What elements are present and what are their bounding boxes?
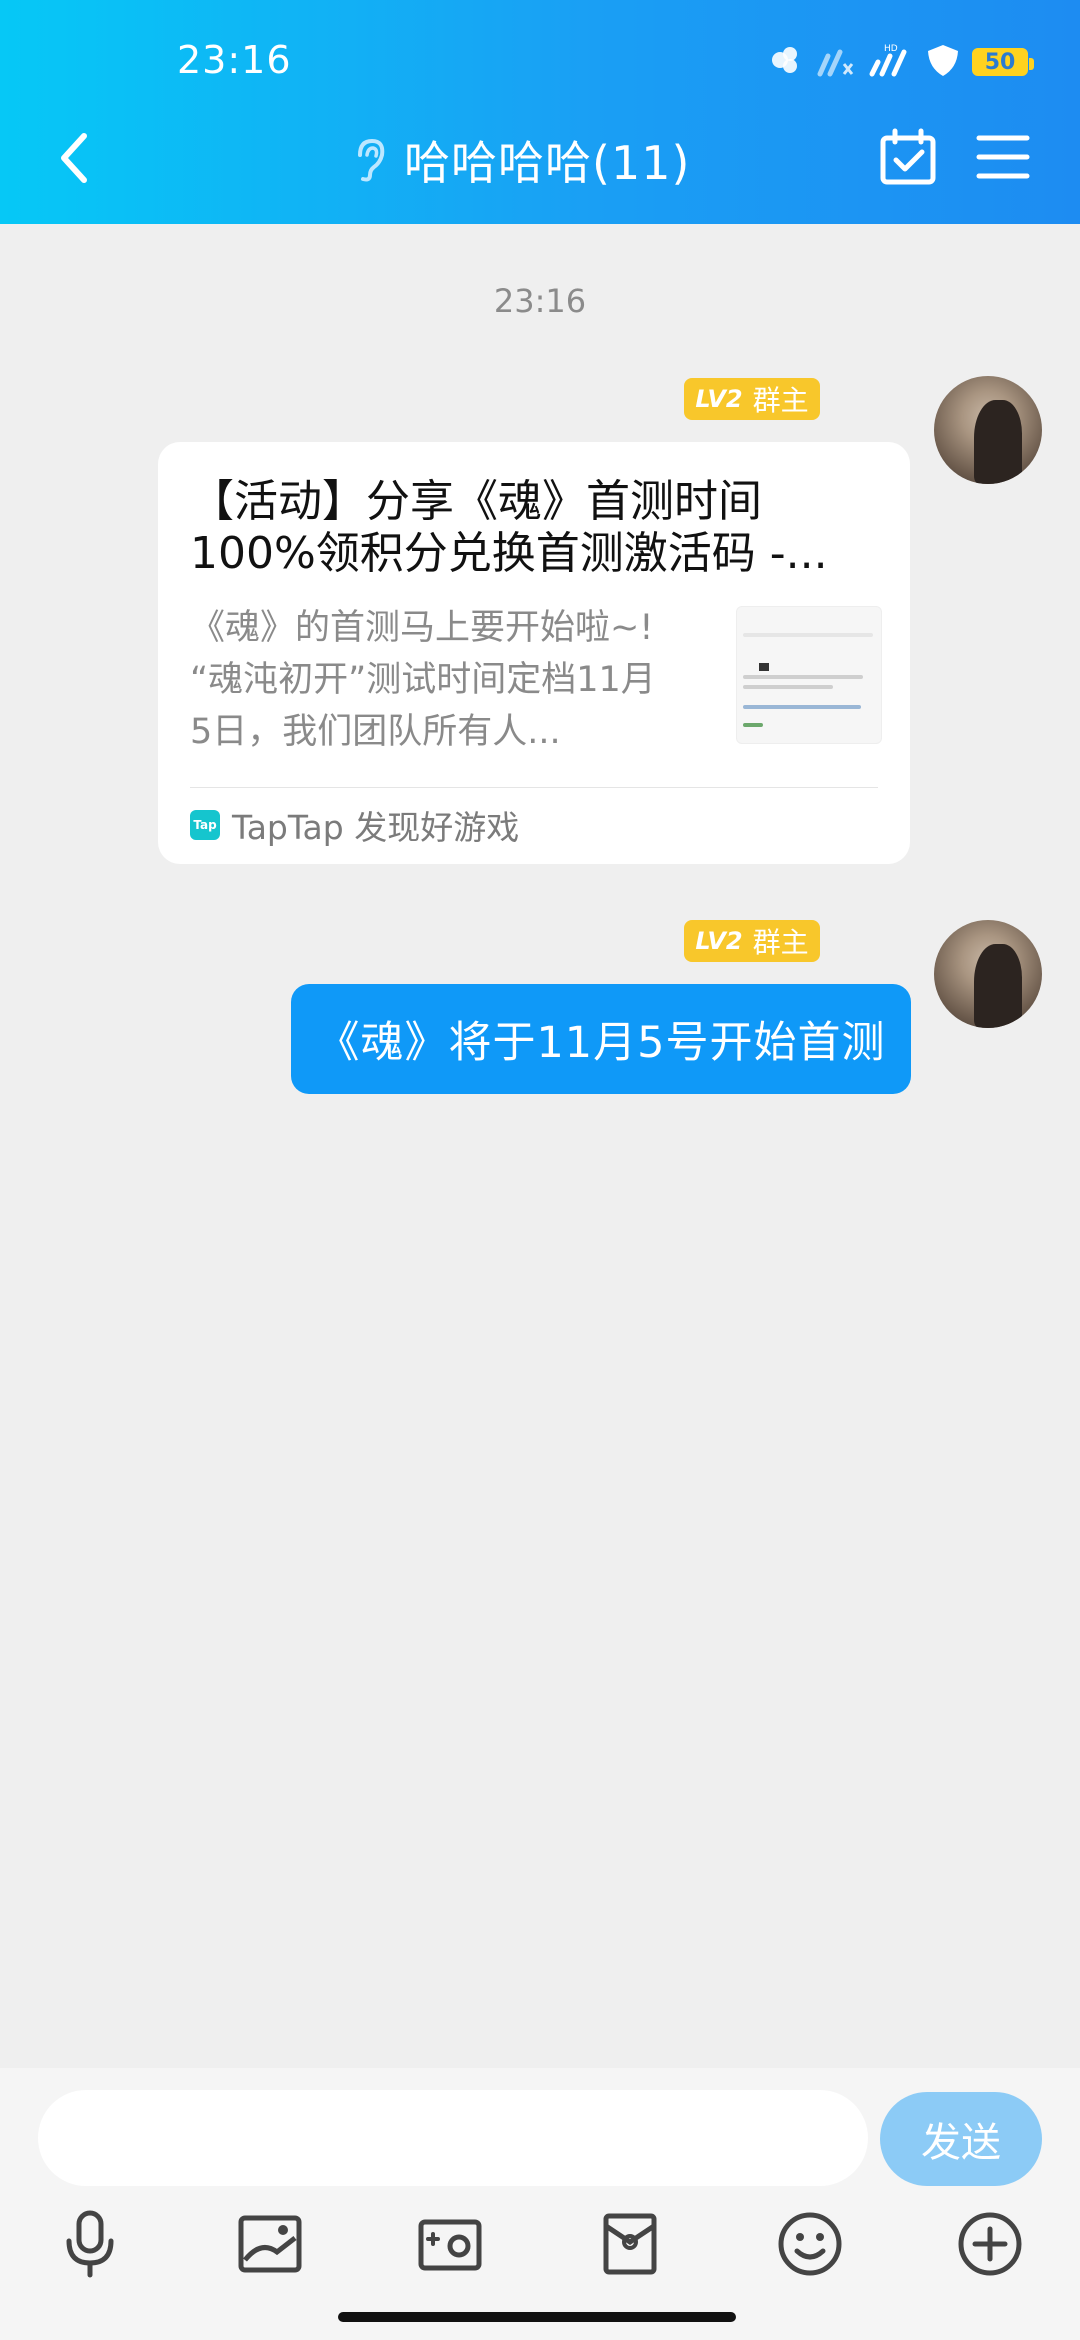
badge-role: 群主 — [752, 926, 809, 959]
link-card-divider — [190, 787, 878, 788]
plus-icon — [958, 2212, 1022, 2276]
more-button[interactable] — [950, 2204, 1030, 2284]
link-card-message[interactable]: 【活动】分享《魂》首测时间 100%领积分兑换首测激活码 -... 《魂》的首测… — [158, 442, 910, 864]
link-card-desc-line: “魂沌初开”测试时间定档11月 — [190, 660, 656, 700]
text-message-bubble[interactable]: 《魂》将于11月5号开始首测 — [291, 984, 911, 1094]
red-packet-button[interactable] — [590, 2204, 670, 2284]
avatar[interactable] — [934, 920, 1042, 1028]
member-badge: LV2 群主 — [684, 920, 820, 962]
voice-button[interactable] — [50, 2204, 130, 2284]
ear-icon — [358, 138, 385, 182]
member-badge: LV2 群主 — [684, 378, 820, 420]
status-time: 23:16 — [177, 38, 292, 82]
badge-level: LV2 — [695, 927, 743, 955]
shield-icon — [924, 42, 962, 82]
battery-icon: 50 — [972, 48, 1034, 76]
link-card-desc-line: 5日，我们团队所有人... — [190, 712, 561, 752]
menu-icon — [976, 135, 1030, 179]
camera-button[interactable] — [410, 2204, 490, 2284]
badge-role: 群主 — [752, 384, 809, 417]
link-card-description: 《魂》的首测马上要开始啦~! “魂沌初开”测试时间定档11月 5日，我们团队所有… — [190, 602, 710, 758]
emoji-button[interactable] — [770, 2204, 850, 2284]
image-icon — [238, 2215, 302, 2273]
svg-text:HD: HD — [884, 44, 898, 54]
group-name: 哈哈哈哈(11) — [404, 136, 691, 190]
avatar[interactable] — [934, 376, 1042, 484]
message-text: 《魂》将于11月5号开始首测 — [316, 1018, 886, 1068]
link-card-title: 【活动】分享《魂》首测时间 100%领积分兑换首测激活码 -... — [190, 476, 890, 580]
status-icons: HD 50 — [768, 42, 1034, 82]
camera-icon — [418, 2219, 482, 2271]
bluetooth-icon — [768, 42, 804, 82]
back-button[interactable] — [44, 120, 104, 196]
badge-level: LV2 — [695, 385, 743, 413]
chevron-left-icon — [61, 133, 87, 183]
link-card-source: Tap TapTap 发现好游戏 — [190, 802, 519, 848]
link-card-source-label: TapTap 发现好游戏 — [232, 808, 520, 847]
image-button[interactable] — [230, 2204, 310, 2284]
message-input[interactable] — [38, 2090, 868, 2186]
message-timestamp: 23:16 — [493, 282, 587, 320]
link-card-thumbnail — [736, 606, 882, 744]
calendar-check-icon — [880, 128, 936, 185]
link-card-desc-line: 《魂》的首测马上要开始啦~! — [190, 608, 654, 648]
menu-button[interactable] — [976, 130, 1030, 184]
input-toolbar — [0, 2204, 1080, 2284]
microphone-icon — [66, 2210, 114, 2278]
link-card-title-line: 【活动】分享《魂》首测时间 — [190, 476, 762, 527]
chat-title[interactable]: 哈哈哈哈(11) — [350, 128, 690, 192]
signal-weak-icon — [814, 42, 858, 82]
calendar-button[interactable] — [878, 128, 938, 188]
top-bar: 23:16 HD 50 哈哈哈哈(11) — [0, 0, 1080, 224]
signal-hd-icon: HD — [868, 42, 914, 82]
link-card-title-line: 100%领积分兑换首测激活码 -... — [190, 528, 828, 579]
send-button[interactable]: 发送 — [880, 2092, 1042, 2186]
emoji-icon — [778, 2212, 842, 2276]
home-indicator[interactable] — [338, 2312, 736, 2322]
red-packet-icon — [603, 2213, 657, 2275]
taptap-logo-icon: Tap — [190, 810, 220, 840]
